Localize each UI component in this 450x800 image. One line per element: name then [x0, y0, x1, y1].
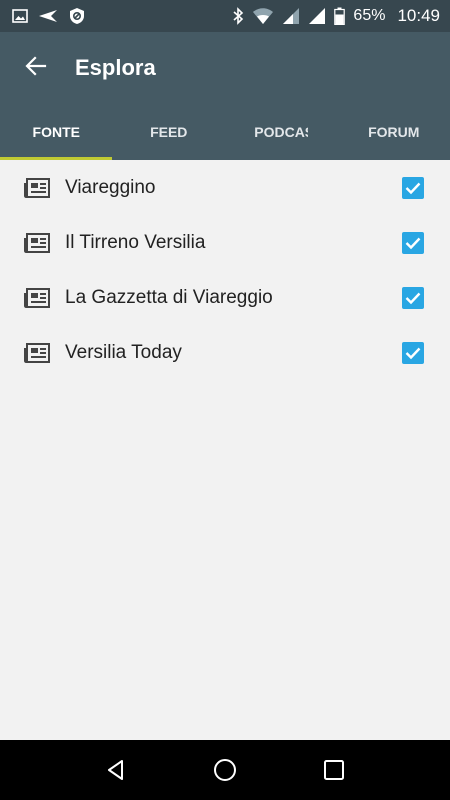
- tab-podcast[interactable]: PODCAST: [225, 104, 338, 160]
- checkmark-icon: [405, 182, 421, 194]
- system-nav-bar: [0, 740, 450, 800]
- send-icon: [38, 8, 58, 24]
- arrow-back-icon: [24, 54, 48, 83]
- source-checkbox[interactable]: [402, 231, 424, 254]
- toolbar: Esplora: [0, 32, 450, 104]
- newspaper-icon: [24, 177, 50, 198]
- tab-label: PODCAST: [254, 124, 308, 140]
- vpn-shield-icon: [68, 7, 86, 25]
- checkmark-icon: [405, 292, 421, 304]
- app-bar: Esplora FONTE FEED PODCAST FORUM: [0, 32, 450, 160]
- source-list: Viareggino Il Tirreno Versilia La Gazzet…: [0, 160, 450, 740]
- list-item[interactable]: La Gazzetta di Viareggio: [0, 270, 450, 325]
- tab-label: FORUM: [368, 124, 420, 140]
- source-checkbox[interactable]: [402, 341, 424, 364]
- source-name: Versilia Today: [65, 341, 182, 363]
- source-name: Viareggino: [65, 176, 156, 198]
- source-checkbox[interactable]: [402, 176, 424, 199]
- battery-percent: 65%: [353, 7, 386, 24]
- checkmark-icon: [405, 237, 421, 249]
- back-button[interactable]: [20, 52, 52, 84]
- status-bar-right: 65% 10:49: [232, 6, 440, 26]
- image-icon: [12, 8, 28, 24]
- page-title: Esplora: [75, 55, 156, 80]
- newspaper-icon: [24, 342, 50, 363]
- newspaper-icon: [24, 287, 50, 308]
- status-bar: 65% 10:49: [0, 0, 450, 32]
- source-checkbox[interactable]: [402, 286, 424, 309]
- tab-feed[interactable]: FEED: [113, 104, 226, 160]
- checkmark-icon: [405, 347, 421, 359]
- home-circle-icon: [213, 759, 236, 781]
- tab-label: FONTE: [32, 124, 80, 140]
- tab-label: FEED: [150, 124, 188, 140]
- clock: 10:49: [397, 6, 440, 25]
- list-item[interactable]: Il Tirreno Versilia: [0, 215, 450, 270]
- recents-square-icon: [323, 760, 344, 780]
- signal-icon: [282, 7, 300, 25]
- nav-back-button[interactable]: [92, 746, 140, 794]
- list-item[interactable]: Versilia Today: [0, 325, 450, 380]
- wifi-icon: [252, 7, 274, 25]
- source-name: La Gazzetta di Viareggio: [65, 286, 273, 308]
- back-triangle-icon: [108, 760, 124, 780]
- list-item[interactable]: Viareggino: [0, 160, 450, 215]
- tab-forum[interactable]: FORUM: [338, 104, 450, 160]
- signal-icon: [308, 7, 326, 25]
- source-name: Il Tirreno Versilia: [65, 231, 206, 253]
- newspaper-icon: [24, 232, 50, 253]
- bluetooth-icon: [232, 7, 244, 25]
- status-bar-left: [12, 7, 86, 25]
- nav-home-button[interactable]: [201, 746, 249, 794]
- tab-bar: FONTE FEED PODCAST FORUM: [0, 104, 450, 160]
- battery-icon: [334, 7, 346, 25]
- tab-fonte[interactable]: FONTE: [0, 104, 113, 160]
- nav-recents-button[interactable]: [310, 746, 358, 794]
